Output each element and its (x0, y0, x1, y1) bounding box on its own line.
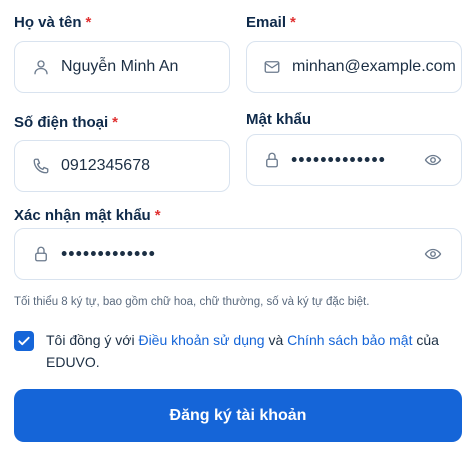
confirm-password-label-text: Xác nhận mật khẩu (14, 207, 151, 224)
password-hint: Tối thiểu 8 ký tự, bao gồm chữ hoa, chữ … (14, 296, 370, 308)
agree-checkbox[interactable] (14, 331, 34, 351)
eye-icon[interactable] (423, 244, 443, 264)
agreement-prefix: Tôi đồng ý với (46, 332, 139, 348)
agreement-text: Tôi đồng ý với Điều khoản sử dụng và Chí… (46, 329, 456, 373)
lock-icon (31, 244, 51, 264)
required-mark: * (112, 114, 119, 131)
required-mark: * (154, 207, 161, 224)
check-icon (18, 336, 30, 346)
full-name-label-text: Họ và tên (14, 14, 82, 31)
required-mark: * (85, 14, 92, 31)
privacy-link[interactable]: Chính sách bảo mật (287, 332, 412, 348)
register-button[interactable]: Đăng ký tài khoản (14, 389, 462, 442)
phone-field[interactable]: 0912345678 (14, 140, 230, 192)
phone-label-text: Số điện thoại (14, 114, 109, 131)
phone-icon (31, 156, 51, 176)
password-label: Mật khẩu (246, 111, 311, 128)
required-mark: * (290, 14, 296, 31)
lock-icon (262, 150, 282, 170)
register-button-label: Đăng ký tài khoản (169, 406, 307, 424)
full-name-field[interactable]: Nguyễn Minh An (14, 41, 230, 93)
email-label: Email * (246, 14, 296, 31)
phone-label: Số điện thoại * (14, 114, 118, 131)
mail-icon (262, 57, 282, 77)
phone-value: 0912345678 (61, 157, 150, 174)
full-name-value: Nguyễn Minh An (61, 58, 179, 75)
email-value: minhan@example.com (292, 58, 456, 75)
confirm-password-value: ••••••••••••• (61, 243, 156, 264)
agreement-middle: và (264, 332, 288, 348)
eye-icon[interactable] (423, 150, 443, 170)
user-icon (31, 57, 51, 77)
terms-link[interactable]: Điều khoản sử dụng (138, 332, 264, 348)
full-name-label: Họ và tên * (14, 14, 91, 31)
confirm-password-label: Xác nhận mật khẩu * (14, 207, 161, 224)
password-value: ••••••••••••• (291, 149, 386, 170)
email-field[interactable]: minhan@example.com (246, 41, 462, 93)
confirm-password-field[interactable]: ••••••••••••• (14, 228, 462, 280)
email-label-text: Email (246, 14, 287, 31)
password-label-text: Mật khẩu (246, 111, 312, 128)
password-field[interactable]: ••••••••••••• (246, 134, 462, 186)
